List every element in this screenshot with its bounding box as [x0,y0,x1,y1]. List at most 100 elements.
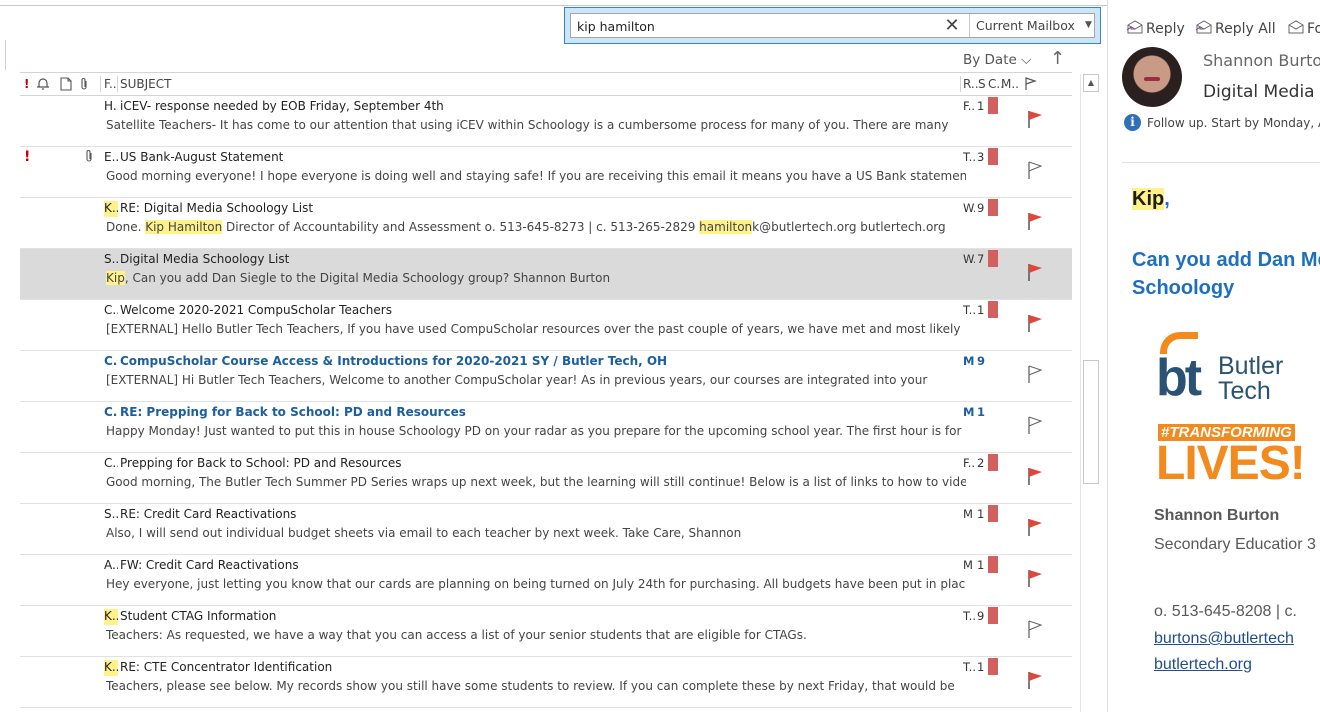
sort-by-label: By Date [963,52,1017,68]
chevron-down-icon: ⌵ [1021,52,1032,68]
logo-name-line2: Tech [1218,377,1271,405]
category-color-tag[interactable] [988,505,998,522]
attachment-column-icon[interactable] [78,77,90,94]
flag-red-icon[interactable] [1026,517,1044,537]
reply-all-button[interactable]: Reply All [1195,20,1276,37]
flag-outline-icon[interactable] [1026,415,1044,435]
flag-outline-icon[interactable] [1026,364,1044,384]
message-row[interactable]: H..iCEV- response needed by EOB Friday, … [20,96,1072,147]
divider [960,76,961,92]
column-header: ! F.. SUBJECT R.. S C.. M.. [20,72,1072,96]
preview-segment: Kip Hamilton [145,220,223,234]
logo-name: Butler Tech [1218,354,1283,404]
message-from: K.. [104,201,118,217]
message-preview: Teachers, please see below. My records s… [106,679,955,693]
message-row[interactable]: K.. Student CTAG Information Teachers: As … [20,606,1072,657]
preview-segment: k@butlertech.org butlertech.org [752,220,946,234]
message-from: S.. [104,252,118,266]
message-row[interactable]: C..Prepping for Back to School: PD and R… [20,453,1072,504]
reply-button[interactable]: Reply [1126,20,1185,37]
reading-pane: Reply Reply All Fo Shannon Burton Digita… [1107,0,1320,712]
category-color-tag[interactable] [988,658,998,675]
message-from: K.. [104,660,118,676]
from-column[interactable]: F.. [104,77,117,91]
logo-lives: LIVES! [1156,437,1306,490]
message-row[interactable]: S.. RE: Credit Card Reactivations Also, I … [20,504,1072,555]
sort-direction-icon[interactable]: ↑ [1050,48,1065,69]
message-row[interactable]: C..Welcome 2020-2021 CompuScholar Teache… [20,300,1072,351]
flag-status-column-icon[interactable] [1024,77,1038,94]
chevron-down-icon[interactable]: ▼ [1085,20,1092,30]
message-received: T.. [963,609,975,623]
message-preview: Good morning, The Butler Tech Summer PD … [106,475,966,489]
message-from: C.. [104,303,118,317]
message-subject: Prepping for Back to School: PD and Reso… [120,456,402,470]
flag-outline-icon[interactable] [1026,160,1044,180]
flag-red-icon[interactable] [1026,262,1044,282]
message-from: C.. [104,405,118,419]
flag-red-icon[interactable] [1026,313,1044,333]
mention-column[interactable]: M.. [1001,77,1019,91]
message-row[interactable]: C..RE: Prepping for Back to School: PD a… [20,402,1072,453]
subject-column[interactable]: SUBJECT [120,77,171,91]
signature-phone: o. 513-645-8208 | c. [1154,603,1297,620]
flag-red-icon[interactable] [1026,109,1044,129]
message-row[interactable]: ! E.. US Bank-August Statement Good morning… [20,147,1072,198]
message-size: 7 [977,252,985,266]
signature-website-link[interactable]: butlertech.org [1154,656,1252,674]
signature-name: Shannon Burton [1154,507,1280,524]
category-color-tag[interactable] [988,250,998,267]
message-row[interactable]: S.. Digital Media Schoology List Kip, Can … [20,249,1072,300]
sender-name[interactable]: Shannon Burton [1203,51,1320,70]
greeting: Kip, [1132,188,1170,211]
search-scope-dropdown[interactable]: Current Mailbox [976,18,1075,33]
message-row[interactable]: K.. RE: Digital Media Schoology List Done.… [20,198,1072,249]
forward-button[interactable]: Fo [1287,20,1320,37]
flag-outline-icon[interactable] [1026,619,1044,639]
avatar[interactable] [1122,47,1182,107]
message-size: 3 [977,150,985,164]
message-row[interactable]: K.. RE: CTE Concentrator Identification Te… [20,657,1072,708]
message-preview: Done. Kip Hamilton Director of Accountab… [106,220,966,234]
category-color-tag[interactable] [988,148,998,165]
search-input[interactable] [577,17,927,35]
message-size: 2 [977,456,985,470]
greeting-comma: , [1164,188,1170,210]
scrollbar-thumb[interactable] [1083,360,1099,484]
message-received: M [963,405,975,419]
flag-red-icon[interactable] [1026,670,1044,690]
category-color-tag[interactable] [988,97,998,114]
message-row[interactable]: A..FW: Credit Card Reactivations Hey ever… [20,555,1072,606]
size-column[interactable]: S [978,77,986,91]
scroll-up-arrow-icon[interactable]: ▲ [1083,74,1099,92]
logo-mark: bt [1156,349,1202,407]
item-type-column-icon[interactable] [60,77,72,94]
flag-red-icon[interactable] [1026,466,1044,486]
category-color-tag[interactable] [988,607,998,624]
flag-red-icon[interactable] [1026,568,1044,588]
category-color-tag[interactable] [988,199,998,216]
category-color-tag[interactable] [988,556,998,573]
message-subject: RE: Prepping for Back to School: PD and … [120,405,466,419]
message-preview: Satellite Teachers- It has come to our a… [106,118,949,132]
category-color-tag[interactable] [988,454,998,471]
clear-search-icon[interactable]: ✕ [941,15,963,37]
message-subject: Digital Media Schoology List [120,252,290,266]
reply-all-label: Reply All [1215,21,1276,37]
message-subject: RE: CTE Concentrator Identification [120,660,333,674]
received-column[interactable]: R.. [963,77,979,91]
importance-column-icon[interactable]: ! [24,77,29,91]
signature-email-link[interactable]: burtons@butlertech [1154,630,1294,648]
sort-by-dropdown[interactable]: By Date ⌵ [963,52,1031,68]
message-subject: FW: Credit Card Reactivations [120,558,299,572]
category-color-tag[interactable] [988,301,998,318]
message-received: M [963,507,973,521]
message-size: 1 [977,507,985,521]
message-list-scrollbar[interactable]: ▲ [1080,74,1100,712]
message-subject: US Bank-August Statement [120,150,284,164]
forward-label: Fo [1307,21,1320,37]
reminder-column-icon[interactable] [36,77,50,94]
message-row[interactable]: C..CompuScholar Course Access & Introduc… [20,351,1072,402]
message-subject: Welcome 2020-2021 CompuScholar Teachers [120,303,392,317]
flag-red-icon[interactable] [1026,211,1044,231]
